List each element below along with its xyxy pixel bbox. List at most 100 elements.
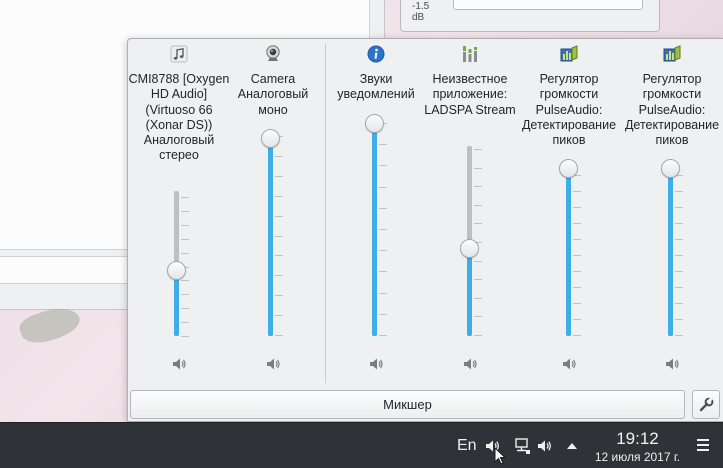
- speaker-mute-toggle-icon[interactable]: [368, 357, 384, 371]
- volume-tick: [379, 314, 387, 315]
- volume-tick: [379, 250, 387, 251]
- channel-name: Неизвестное приложение: LADSPA Stream: [424, 72, 516, 117]
- volume-tick: [474, 205, 482, 206]
- volume-tick: [675, 319, 683, 320]
- volume-slider-handle[interactable]: [261, 129, 280, 148]
- channel-name: Регулятор громкости PulseAudio: Детектир…: [521, 72, 617, 148]
- channel-peak-detect-1: Регулятор громкости PulseAudio: Детектир…: [518, 39, 620, 384]
- clock-time[interactable]: 19:12: [600, 429, 675, 449]
- volume-slider-handle[interactable]: [167, 261, 186, 280]
- volume-tick: [573, 271, 581, 272]
- panel-menu-icon[interactable]: [696, 437, 710, 453]
- volume-tick: [181, 308, 189, 309]
- mixer-button[interactable]: Микшер: [130, 390, 685, 419]
- volume-slider-fill: [668, 175, 673, 336]
- volume-tick: [181, 280, 189, 281]
- speaker-mute-toggle-icon[interactable]: [462, 357, 478, 371]
- volume-tick: [675, 223, 683, 224]
- peak-meter-icon: [663, 45, 681, 62]
- speaker-mute-toggle-icon[interactable]: [561, 357, 577, 371]
- volume-ticks: [275, 136, 283, 336]
- volume-tick: [573, 191, 581, 192]
- volume-tick: [675, 287, 683, 288]
- speaker-mute-toggle-icon[interactable]: [265, 357, 281, 371]
- channel-name: Звуки уведомлений: [337, 72, 415, 102]
- speaker-mute-toggle-icon[interactable]: [664, 357, 680, 371]
- equalizer-icon: [463, 46, 477, 62]
- volume-tick: [275, 275, 283, 276]
- volume-tick: [474, 168, 482, 169]
- volume-tick: [181, 239, 189, 240]
- volume-tick: [181, 253, 189, 254]
- volume-tick: [675, 335, 683, 336]
- configure-button[interactable]: [692, 390, 720, 419]
- volume-ticks: [675, 175, 683, 336]
- volume-tick: [275, 156, 283, 157]
- background-dialog-button: [453, 0, 643, 10]
- channel-name: Регулятор громкости PulseAudio: Детектир…: [624, 72, 720, 148]
- volume-slider-fill: [566, 175, 571, 336]
- volume-tick: [474, 279, 482, 280]
- volume-tick: [474, 335, 482, 336]
- volume-slider-handle[interactable]: [661, 159, 680, 178]
- volume-tick: [379, 293, 387, 294]
- channel-cmi8788: CMI8788 [Oxygen HD Audio] (Virtuoso 66 (…: [128, 39, 230, 384]
- taskbar: En 19:12 12 июля 2017 г.: [0, 422, 723, 468]
- network-tray-icon[interactable]: [513, 437, 531, 455]
- channel-name: Camera Аналоговый моно: [237, 72, 309, 117]
- expand-tray-arrow-icon[interactable]: [565, 441, 579, 451]
- volume-tick: [275, 236, 283, 237]
- volume-tick: [573, 335, 581, 336]
- volume-tick: [181, 225, 189, 226]
- channel-camera: Camera Аналоговый моно: [222, 39, 324, 384]
- volume-slider-handle[interactable]: [460, 239, 479, 258]
- volume-tick: [573, 255, 581, 256]
- keyboard-layout-indicator[interactable]: En: [457, 437, 477, 455]
- speaker-mute-toggle-icon[interactable]: [171, 357, 187, 371]
- volume-tick: [573, 303, 581, 304]
- peak-meter-icon: [560, 45, 578, 62]
- volume-tick: [379, 229, 387, 230]
- volume-tick: [675, 207, 683, 208]
- volume-slider-track[interactable]: [268, 136, 273, 336]
- volume-slider-fill: [467, 250, 472, 336]
- volume-tick: [275, 295, 283, 296]
- volume-tick: [573, 207, 581, 208]
- volume-tick: [675, 271, 683, 272]
- channel-name: CMI8788 [Oxygen HD Audio] (Virtuoso 66 (…: [128, 72, 230, 163]
- volume-tick: [675, 255, 683, 256]
- volume-tick: [474, 316, 482, 317]
- volume-slider-fill: [174, 272, 179, 336]
- volume-tick: [181, 322, 189, 323]
- webcam-icon: [266, 45, 280, 61]
- volume-tick: [474, 149, 482, 150]
- volume-tick: [474, 186, 482, 187]
- background-dialog-label: -1.5 dB: [412, 1, 430, 23]
- volume-ticks: [379, 123, 387, 336]
- volume-tick: [379, 165, 387, 166]
- volume-tick: [275, 335, 283, 336]
- volume-slider-track[interactable]: [372, 123, 377, 336]
- volume-tick: [573, 287, 581, 288]
- volume-tick: [573, 239, 581, 240]
- music-note-icon: [170, 45, 188, 63]
- volume-tick: [675, 303, 683, 304]
- volume-slider-track[interactable]: [566, 175, 571, 336]
- volume-tick: [379, 208, 387, 209]
- volume-tick: [474, 298, 482, 299]
- volume-tick: [675, 239, 683, 240]
- volume-tick: [379, 144, 387, 145]
- volume-slider-handle[interactable]: [559, 159, 578, 178]
- volume-tick: [474, 261, 482, 262]
- volume-tick: [379, 271, 387, 272]
- volume-tick: [573, 319, 581, 320]
- speaker-tray-icon[interactable]: [536, 438, 554, 454]
- clock-date[interactable]: 12 июля 2017 г.: [587, 450, 688, 464]
- volume-tick: [379, 335, 387, 336]
- volume-ticks: [573, 175, 581, 336]
- volume-slider-fill: [268, 136, 273, 336]
- volume-slider-handle[interactable]: [365, 114, 384, 133]
- volume-slider-track[interactable]: [668, 175, 673, 336]
- volume-tick: [275, 176, 283, 177]
- info-icon: [367, 45, 385, 63]
